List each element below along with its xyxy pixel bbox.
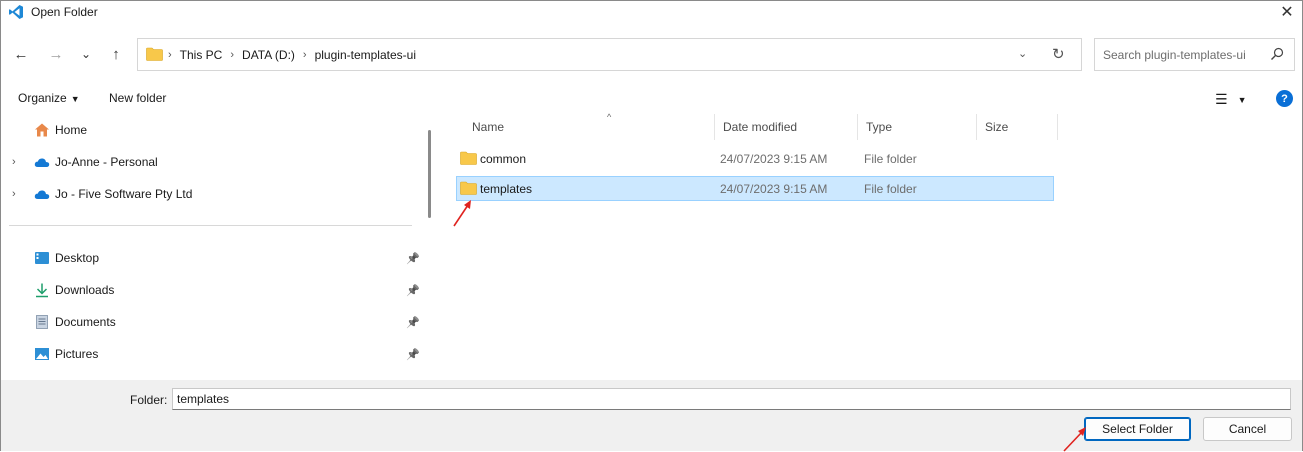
organize-button[interactable]: Organize ▼ <box>18 91 80 105</box>
file-name: templates <box>480 182 533 196</box>
change-view-button[interactable]: ☰ ▼ <box>1215 91 1246 108</box>
close-icon: ✕ <box>1280 4 1294 21</box>
folder-icon <box>146 47 163 61</box>
document-icon <box>36 315 48 329</box>
pin-icon[interactable]: 📌 <box>406 348 420 361</box>
folder-label: Folder: <box>130 393 168 407</box>
recent-locations-button[interactable]: ⌄ <box>75 43 97 65</box>
pin-icon[interactable]: 📌 <box>406 284 420 297</box>
sidebar-item-label: Home <box>55 123 88 137</box>
back-arrow-icon: ← <box>13 45 29 63</box>
file-type: File folder <box>864 152 917 166</box>
refresh-icon[interactable]: ↻ <box>1052 45 1065 63</box>
column-header-label: Type <box>866 120 893 134</box>
breadcrumb-current-folder[interactable]: plugin-templates-ui <box>315 48 416 62</box>
dialog-footer: Folder: Select Folder Cancel <box>1 380 1302 451</box>
sort-ascending-icon: ^ <box>607 112 612 122</box>
navigation-pane-scrollbar[interactable] <box>428 130 431 218</box>
home-icon <box>35 123 49 137</box>
picture-icon <box>35 348 49 360</box>
help-icon[interactable]: ? <box>1276 90 1293 107</box>
sidebar-item-desktop[interactable]: Desktop 📌 <box>1 245 421 271</box>
column-header-size[interactable]: Size <box>977 114 1058 140</box>
column-header-type[interactable]: Type <box>858 114 977 140</box>
folder-icon <box>460 151 477 165</box>
up-button[interactable]: ↑ <box>105 43 127 65</box>
new-folder-button[interactable]: New folder <box>109 91 166 105</box>
desktop-icon <box>35 252 49 264</box>
column-header-date-modified[interactable]: Date modified <box>715 114 858 140</box>
sidebar-item-label: Pictures <box>55 347 99 361</box>
chevron-right-icon[interactable]: › <box>12 156 16 168</box>
breadcrumb-data-drive[interactable]: DATA (D:) <box>242 48 295 62</box>
back-button[interactable]: ← <box>10 43 32 65</box>
download-icon <box>36 283 48 298</box>
file-date-modified: 24/07/2023 9:15 AM <box>720 182 828 196</box>
column-header-label: Date modified <box>723 120 798 134</box>
file-type: File folder <box>864 182 917 196</box>
forward-button[interactable]: → <box>45 43 67 65</box>
sidebar-item-label: Jo-Anne - Personal <box>55 155 158 169</box>
file-list: Name ^ Date modified Type Size common 24… <box>439 112 1302 380</box>
cloud-icon <box>34 190 50 199</box>
sidebar-item-onedrive-personal[interactable]: › Jo-Anne - Personal <box>1 149 421 175</box>
breadcrumb-separator: › <box>168 49 172 61</box>
sidebar-item-label: Jo - Five Software Pty Ltd <box>55 187 193 201</box>
close-button[interactable]: ✕ <box>1272 1 1302 23</box>
folder-icon <box>460 181 477 195</box>
search-input[interactable]: Search plugin-templates-ui <box>1094 38 1295 71</box>
open-folder-dialog: Open Folder ✕ ← → ⌄ ↑ › This PC › DATA (… <box>0 0 1303 452</box>
breadcrumb-separator[interactable]: › <box>303 49 307 61</box>
chevron-down-icon: ⌄ <box>80 47 92 61</box>
column-header-name[interactable]: Name ^ <box>464 112 715 140</box>
column-header-label: Size <box>985 120 1009 134</box>
list-view-icon: ☰ <box>1215 91 1228 107</box>
caret-down-icon: ▼ <box>1237 94 1247 105</box>
sidebar-item-label: Documents <box>55 315 116 329</box>
title-bar: Open Folder ✕ <box>1 1 1302 23</box>
sidebar-item-home[interactable]: Home <box>1 117 421 143</box>
vscode-app-icon <box>9 5 23 19</box>
sidebar-item-documents[interactable]: Documents 📌 <box>1 309 421 335</box>
chevron-right-icon[interactable]: › <box>12 188 16 200</box>
search-placeholder: Search plugin-templates-ui <box>1103 48 1246 62</box>
file-date-modified: 24/07/2023 9:15 AM <box>720 152 828 166</box>
sidebar-item-downloads[interactable]: Downloads 📌 <box>1 277 421 303</box>
sidebar-item-label: Desktop <box>55 251 100 265</box>
folder-name-input[interactable] <box>172 388 1291 410</box>
cancel-button[interactable]: Cancel <box>1203 417 1292 441</box>
column-header-label: Name <box>472 120 505 134</box>
search-icon[interactable] <box>1270 47 1284 61</box>
sidebar-item-label: Downloads <box>55 283 115 297</box>
window-title: Open Folder <box>31 5 98 19</box>
pin-icon[interactable]: 📌 <box>406 316 420 329</box>
file-row-templates[interactable]: templates 24/07/2023 9:15 AM File folder <box>456 176 1054 201</box>
cloud-icon <box>34 158 50 167</box>
organize-label: Organize <box>18 91 67 105</box>
pin-icon[interactable]: 📌 <box>406 252 420 265</box>
sidebar-item-pictures[interactable]: Pictures 📌 <box>1 341 421 367</box>
caret-down-icon: ▼ <box>70 94 80 104</box>
breadcrumb-separator[interactable]: › <box>230 49 234 61</box>
navigation-pane: Home › Jo-Anne - Personal › Jo - Five So… <box>1 114 438 380</box>
select-folder-button[interactable]: Select Folder <box>1084 417 1191 441</box>
command-bar: Organize ▼ New folder ☰ ▼ ? <box>1 85 1302 113</box>
sidebar-divider <box>9 225 412 226</box>
forward-arrow-icon: → <box>48 45 64 63</box>
up-arrow-icon: ↑ <box>112 45 120 63</box>
address-history-chevron-icon[interactable]: ⌄ <box>1018 47 1027 60</box>
sidebar-item-onedrive-business[interactable]: › Jo - Five Software Pty Ltd <box>1 181 421 207</box>
address-bar[interactable]: › This PC › DATA (D:) › plugin-templates… <box>137 38 1082 71</box>
breadcrumb: › This PC › DATA (D:) › plugin-templates… <box>168 48 416 62</box>
breadcrumb-this-pc[interactable]: This PC <box>180 48 223 62</box>
navigation-bar: ← → ⌄ ↑ › This PC › DATA (D:) › plugin-t… <box>1 37 1302 73</box>
file-name: common <box>480 152 527 166</box>
file-row-common[interactable]: common 24/07/2023 9:15 AM File folder <box>456 146 1054 171</box>
